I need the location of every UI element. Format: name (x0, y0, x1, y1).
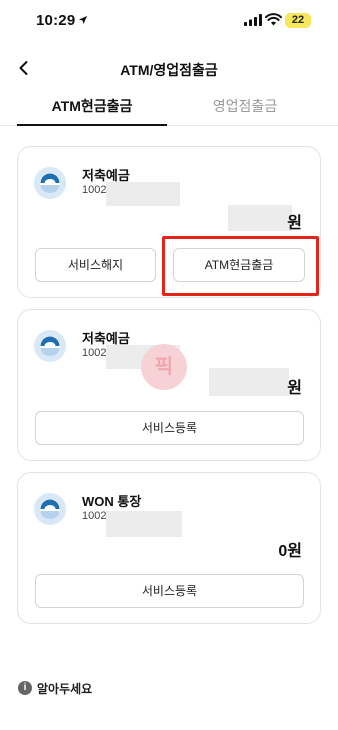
cancel-service-button[interactable]: 서비스해지 (35, 248, 156, 282)
signal-icon (244, 14, 262, 26)
status-bar: 10:29 22 (0, 0, 338, 44)
bank-logo-icon (34, 167, 66, 199)
battery-indicator: 22 (285, 13, 311, 28)
nav-bar: ATM/영업점출금 (0, 52, 338, 86)
tab-branch-withdrawal[interactable]: 영업점출금 (170, 96, 320, 126)
account-card: WON 통장 1002 0원 서비스등록 (17, 472, 321, 624)
register-service-button[interactable]: 서비스등록 (35, 574, 304, 608)
status-time: 10:29 (36, 12, 76, 29)
page-title: ATM/영업점출금 (120, 62, 218, 78)
account-number: 1002 (82, 184, 107, 196)
masked-account-number (106, 182, 180, 206)
balance-unit: 원 (287, 380, 302, 397)
account-number: 1002 (82, 347, 107, 359)
watermark-logo: 픽 (141, 344, 187, 390)
wifi-icon (265, 13, 282, 26)
masked-account-number (106, 511, 182, 537)
masked-balance (228, 205, 292, 231)
tab-bar: ATM현금출금 영업점출금 (0, 96, 338, 126)
bank-logo-icon (34, 330, 66, 362)
balance-unit: 원 (287, 215, 302, 232)
tab-atm-withdrawal[interactable]: ATM현금출금 (17, 96, 167, 126)
masked-balance (209, 368, 289, 396)
account-number: 1002 (82, 510, 107, 522)
account-balance: 0원 (278, 543, 302, 560)
account-name: WON 통장 (82, 494, 142, 509)
bank-logo-icon (34, 493, 66, 525)
notice-label: 알아두세요 (37, 682, 93, 696)
highlight-box (162, 236, 319, 296)
register-service-button[interactable]: 서비스등록 (35, 411, 304, 445)
location-arrow-icon (79, 16, 87, 24)
info-icon: i (18, 681, 32, 695)
